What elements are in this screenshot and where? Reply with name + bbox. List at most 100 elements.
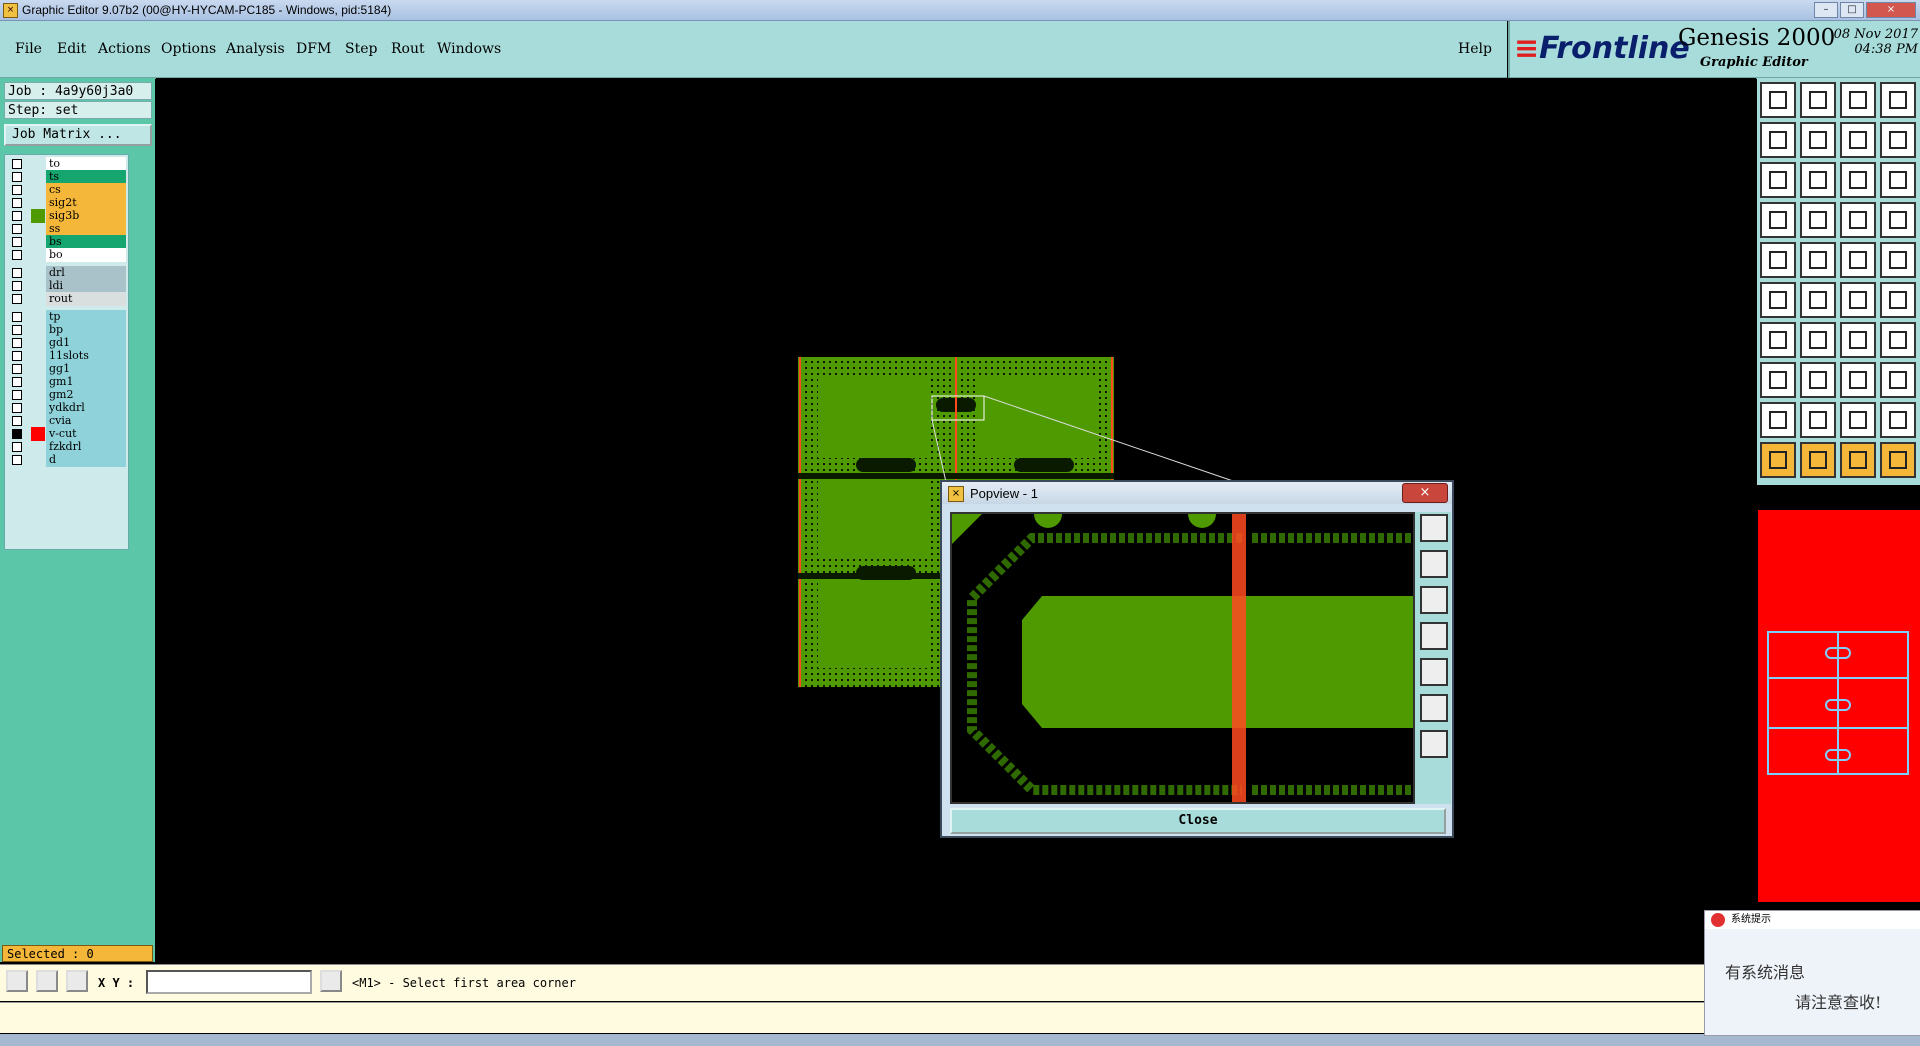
layer-name[interactable]: bs: [46, 235, 126, 249]
layer-name[interactable]: ydkdrl: [46, 401, 126, 415]
home-icon[interactable]: [1840, 82, 1876, 118]
layer-checkbox[interactable]: [12, 403, 22, 413]
layer-checkbox[interactable]: [12, 325, 22, 335]
zoom-in-icon[interactable]: [1760, 82, 1796, 118]
command-line[interactable]: [0, 1002, 1920, 1033]
pad-icon[interactable]: [1760, 242, 1796, 278]
layer-checkbox[interactable]: [12, 185, 22, 195]
text-b-icon[interactable]: [1880, 402, 1916, 438]
menu-analysis[interactable]: Analysis: [226, 41, 285, 57]
layer-row[interactable]: ldi: [8, 279, 126, 293]
undo-icon[interactable]: [1840, 122, 1876, 158]
layer-checkbox[interactable]: [12, 442, 22, 452]
menu-rout[interactable]: Rout: [391, 41, 425, 57]
zoom-box-icon[interactable]: [1800, 162, 1836, 198]
maximize-icon[interactable]: □: [1840, 2, 1864, 18]
pan-left-icon[interactable]: [1760, 122, 1796, 158]
popview-pan-left-icon[interactable]: [1420, 622, 1448, 650]
popview-fit-icon[interactable]: [1420, 694, 1448, 722]
layer-checkbox[interactable]: [12, 294, 22, 304]
layer-row[interactable]: ydkdrl: [8, 401, 126, 415]
measure-icon[interactable]: [1760, 202, 1796, 238]
mirror-icon[interactable]: [1880, 322, 1916, 358]
pan-right-icon[interactable]: [1800, 122, 1836, 158]
group-icon[interactable]: [1880, 362, 1916, 398]
layer-checkbox[interactable]: [12, 351, 22, 361]
system-notice-popup[interactable]: 系统提示 有系统消息 请注意查收!: [1704, 910, 1920, 1036]
layer-row[interactable]: ts: [8, 170, 126, 184]
triangle-alt-icon[interactable]: [1800, 402, 1836, 438]
fit-icon[interactable]: [1760, 162, 1796, 198]
menu-actions[interactable]: Actions: [98, 41, 151, 57]
close-window-icon[interactable]: ×: [1866, 2, 1916, 18]
circle-icon[interactable]: [1880, 242, 1916, 278]
layer-name[interactable]: ts: [46, 170, 126, 184]
layer-checkbox[interactable]: [12, 172, 22, 182]
layer-row[interactable]: bs: [8, 235, 126, 249]
popview-center-icon[interactable]: [1420, 730, 1448, 758]
redo-icon[interactable]: [1880, 122, 1916, 158]
pointer-select-icon[interactable]: [1840, 442, 1876, 478]
move-icon[interactable]: [1840, 282, 1876, 318]
layer-row[interactable]: drl: [8, 266, 126, 280]
layer-checkbox[interactable]: [12, 312, 22, 322]
layer-row[interactable]: to: [8, 157, 126, 171]
layer-name[interactable]: gd1: [46, 336, 126, 350]
layer-name[interactable]: v-cut: [46, 427, 126, 441]
layer-name[interactable]: rout: [46, 292, 126, 306]
layer-checkbox[interactable]: [12, 250, 22, 260]
popview-close-button[interactable]: Close: [950, 808, 1446, 834]
menu-help[interactable]: Help: [1458, 41, 1492, 57]
layer-row[interactable]: gm1: [8, 375, 126, 389]
layer-row[interactable]: tp: [8, 310, 126, 324]
zoom-out-icon[interactable]: [1800, 82, 1836, 118]
layer-row[interactable]: rout: [8, 292, 126, 306]
resize-icon[interactable]: [1760, 362, 1796, 398]
arc-icon[interactable]: [1800, 322, 1836, 358]
pointer-net-icon[interactable]: [1880, 442, 1916, 478]
select-mode-icon[interactable]: [6, 970, 28, 992]
layer-checkbox[interactable]: [12, 338, 22, 348]
ruler-icon[interactable]: [1840, 242, 1876, 278]
layer-row[interactable]: bo: [8, 248, 126, 262]
layout-preview[interactable]: [1758, 510, 1920, 902]
layer-row[interactable]: 11slots: [8, 349, 126, 363]
layer-checkbox[interactable]: [12, 416, 22, 426]
popview-close-icon[interactable]: ×: [1402, 483, 1448, 503]
layer-checkbox[interactable]: [12, 224, 22, 234]
layer-checkbox[interactable]: [12, 429, 22, 439]
layer-checkbox[interactable]: [12, 390, 22, 400]
layer-checkbox[interactable]: [12, 281, 22, 291]
layer-checkbox[interactable]: [12, 268, 22, 278]
layer-name[interactable]: ldi: [46, 279, 126, 293]
distance-icon[interactable]: [1840, 362, 1876, 398]
layer-name[interactable]: sig3b: [46, 209, 126, 223]
snap-mode-icon[interactable]: [36, 970, 58, 992]
layer-row[interactable]: ss: [8, 222, 126, 236]
line-draw-icon[interactable]: [1800, 242, 1836, 278]
menu-step[interactable]: Step: [345, 41, 377, 57]
layer-name[interactable]: d: [46, 453, 126, 467]
layer-checkbox[interactable]: [12, 159, 22, 169]
pointer-alt-icon[interactable]: [1800, 442, 1836, 478]
layer-name[interactable]: ss: [46, 222, 126, 236]
menu-dfm[interactable]: DFM: [296, 41, 331, 57]
popview-zoom-icon[interactable]: [1420, 514, 1448, 542]
text-a-icon[interactable]: [1840, 402, 1876, 438]
layer-name[interactable]: to: [46, 157, 126, 171]
cut-icon[interactable]: [1800, 362, 1836, 398]
menu-windows[interactable]: Windows: [437, 41, 501, 57]
job-matrix-button[interactable]: Job Matrix ...: [4, 124, 152, 146]
layer-row[interactable]: gd1: [8, 336, 126, 350]
layer-name[interactable]: fzkdrl: [46, 440, 126, 454]
copy-icon[interactable]: [1880, 282, 1916, 318]
layer-row[interactable]: sig3b: [8, 209, 126, 223]
window-icon[interactable]: [1880, 82, 1916, 118]
layer-name[interactable]: bp: [46, 323, 126, 337]
popview-zoom-out-icon[interactable]: [1420, 586, 1448, 614]
popview-zoom-in-icon[interactable]: [1420, 550, 1448, 578]
grid-icon[interactable]: [66, 970, 88, 992]
delete-icon[interactable]: [1800, 282, 1836, 318]
triangle-icon[interactable]: [1760, 402, 1796, 438]
layer-checkbox[interactable]: [12, 377, 22, 387]
